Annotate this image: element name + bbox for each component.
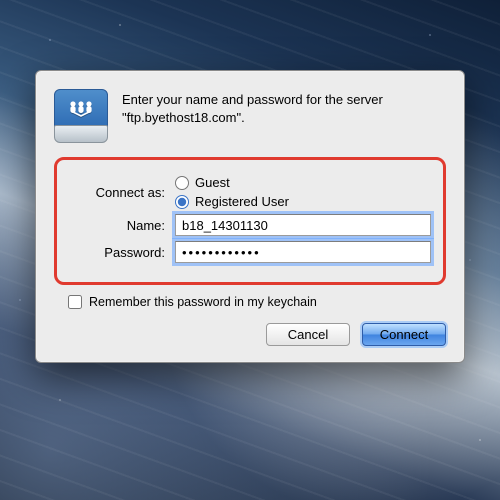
connect-as-guest-radio[interactable]: Guest — [175, 175, 289, 190]
password-input[interactable] — [175, 241, 431, 263]
connect-button[interactable]: Connect — [362, 323, 446, 346]
connect-to-server-auth-dialog: Enter your name and password for the ser… — [35, 70, 465, 363]
connect-as-registered-radio[interactable]: Registered User — [175, 194, 289, 209]
guest-radio-input[interactable] — [175, 176, 189, 190]
annotation-highlight-box: Connect as: Guest Registered User Name: … — [54, 157, 446, 285]
name-label: Name: — [69, 218, 165, 233]
remember-checkbox-label: Remember this password in my keychain — [89, 295, 317, 309]
guest-radio-label: Guest — [195, 175, 230, 190]
connect-as-label: Connect as: — [69, 185, 165, 200]
registered-radio-label: Registered User — [195, 194, 289, 209]
dialog-action-bar: Cancel Connect — [54, 323, 446, 346]
name-input[interactable] — [175, 214, 431, 236]
remember-checkbox-input[interactable] — [68, 295, 82, 309]
remember-keychain-checkbox[interactable]: Remember this password in my keychain — [68, 295, 446, 309]
desktop-background: Enter your name and password for the ser… — [0, 0, 500, 500]
network-drive-icon — [54, 89, 108, 143]
password-label: Password: — [69, 245, 165, 260]
registered-radio-input[interactable] — [175, 195, 189, 209]
dialog-prompt-text: Enter your name and password for the ser… — [122, 91, 446, 143]
cancel-button[interactable]: Cancel — [266, 323, 350, 346]
